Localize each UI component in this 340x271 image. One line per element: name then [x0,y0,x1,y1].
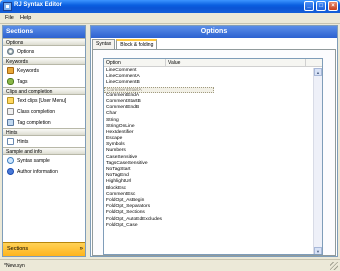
text-clips-icon [7,97,14,104]
sections-footer-label: Sections [7,246,29,252]
options-header: Options [91,26,337,38]
scroll-down-icon[interactable]: ▼ [314,247,322,254]
sidebar-item-label: Tags [17,78,28,85]
sections-footer-button[interactable]: Sections » [3,242,85,256]
tab-strip: Syntax Block & folding [92,39,158,50]
close-icon: × [331,3,335,9]
option-name: Char [106,111,117,117]
section-options: Options Options [3,38,85,57]
option-name: FoldOpt_Separators [106,204,151,210]
scroll-up-icon[interactable]: ▲ [314,68,322,76]
syntax-sample-icon [7,157,14,164]
minimize-button[interactable]: _ [304,1,314,11]
sidebar-item-label: Author information [17,168,58,175]
sidebar-item-keywords[interactable]: Keywords [3,65,85,76]
sidebar-item-label: Hints [17,138,29,145]
sidebar-item-tags[interactable]: Tags [3,76,85,87]
sidebar-item-label: Class completion [17,108,56,115]
option-name: BlockEsc [106,185,127,191]
sidebar-item-label: Text clips [User Menu] [17,97,67,104]
section-clips: Clips and completion Text clips [User Me… [3,87,85,128]
author-info-icon [7,168,14,175]
grid-rows: LineComment LineCommentA LineCommentB Comme… [104,68,314,229]
sidebar-item-tag-completion[interactable]: Tag completion [3,117,85,128]
option-name: CommentEndA [106,92,140,98]
section-title: Clips and completion [3,87,85,95]
section-hints: Hints Hints [3,128,85,147]
column-header-value[interactable]: Value [166,59,306,66]
size-grip-icon[interactable] [330,262,338,270]
section-title: Hints [3,128,85,136]
option-name: LineCommentA [106,74,140,80]
chevron-down-icon: » [79,246,83,252]
status-bar: *New.syn [0,259,340,271]
app-icon [3,2,12,11]
option-name: Numbers [106,148,126,154]
option-name: StringOnLine [106,123,135,129]
minimize-icon: _ [307,3,311,9]
option-name: CommentEsc [106,191,136,197]
grid-header: Option Value [104,59,322,67]
table-row[interactable]: FoldOpt_Case [104,223,314,229]
sidebar-item-author-info[interactable]: Author information [3,166,85,177]
section-title: Keywords [3,57,85,65]
option-name: NoTagEnd [106,173,129,179]
sidebar-item-hints[interactable]: Hints [3,136,85,147]
option-name: HighlightUrl [106,179,132,185]
sections-panel: Sections Options Options Keywords Keywor… [2,25,86,257]
window-controls: _ □ × [304,1,338,11]
sidebar-item-label: Options [17,48,35,55]
option-name: Symbols [106,142,125,148]
section-title: Sample and info [3,147,85,155]
tab-syntax[interactable]: Syntax [92,39,116,49]
section-sample: Sample and info Syntax sample Author inf… [3,147,85,177]
option-name: CommentStartB [106,98,141,104]
options-icon [7,48,14,55]
option-name: FoldOpt_AsBegin [106,197,145,203]
section-keywords: Keywords Keywords Tags [3,57,85,87]
option-name: NoTagStart [106,167,131,172]
keywords-icon [7,67,14,74]
status-text: *New.syn [4,263,25,269]
sidebar-item-label: Syntax sample [17,157,50,164]
options-grid: Option Value LineComment LineCommentA Line… [103,58,323,255]
sidebar-item-label: Tag completion [17,119,51,126]
maximize-icon: □ [319,3,323,9]
title-bar: RJ Syntax Editor _ □ × [0,0,340,13]
option-name: TagsCaseSensitive [106,160,148,166]
window-title: RJ Syntax Editor [14,2,63,8]
sidebar-item-options[interactable]: Options [3,46,85,57]
option-name: FoldOpt_Case [106,222,138,228]
option-name: String [106,117,119,123]
sidebar-item-label: Keywords [17,67,39,74]
section-title: Options [3,38,85,46]
tag-completion-icon [7,119,14,126]
sidebar-item-class-completion[interactable]: Class completion [3,106,85,117]
column-header-option[interactable]: Option [104,59,166,66]
option-name: FoldOpt_Sections [106,210,145,216]
sidebar-item-text-clips[interactable]: Text clips [User Menu] [3,95,85,106]
class-completion-icon [7,108,14,115]
option-name: LineCommentB [106,80,140,86]
vertical-scrollbar[interactable]: ▲ ▼ [313,68,322,254]
hints-icon [7,138,14,145]
sidebar-item-syntax-sample[interactable]: Syntax sample [3,155,85,166]
tags-icon [7,78,14,85]
options-panel: Options Syntax Block & folding Option Va… [90,25,338,257]
option-name: CommentEndB [106,105,140,111]
tab-content: Option Value LineComment LineCommentA Line… [92,49,336,256]
close-button[interactable]: × [328,1,338,11]
menu-help[interactable]: Help [20,15,31,21]
menu-file[interactable]: File [5,15,14,21]
sections-header: Sections [3,26,85,38]
maximize-button[interactable]: □ [316,1,326,11]
menu-bar: File Help [0,13,340,24]
option-name: CaseSensitive [106,154,138,160]
option-name: FoldOpt_AutoEdExcludes [106,216,163,222]
option-name: LineComment [106,68,137,73]
option-name: Escape [106,136,123,142]
option-name: HexIdentifier [106,129,134,135]
